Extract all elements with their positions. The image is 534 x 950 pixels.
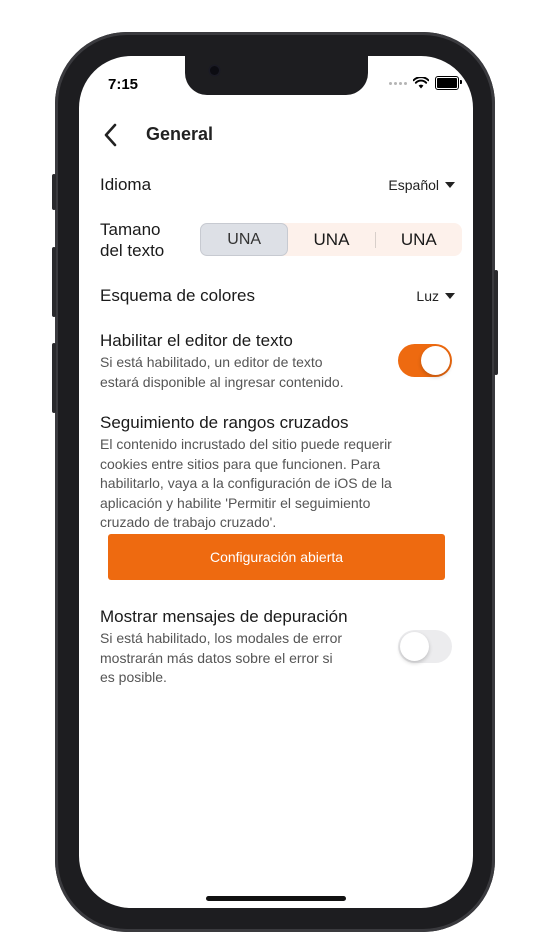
description-line: Si está habilitado, los modales de error: [100, 630, 343, 646]
text-size-option-large[interactable]: UNA: [376, 223, 462, 256]
debug-description: Si está habilitado, los modales de error…: [100, 629, 342, 688]
text-editor-title: Habilitar el editor de texto: [100, 331, 293, 350]
wifi-icon: [413, 77, 429, 89]
volume-up-button: [52, 247, 56, 317]
open-settings-button[interactable]: Configuración abierta: [108, 534, 445, 580]
description-line: es posible.: [100, 669, 167, 685]
nav-header: General: [79, 120, 473, 150]
caret-down-icon: [445, 182, 455, 188]
description-line: El contenido incrustado del sitio puede …: [100, 436, 392, 452]
language-value: Español: [388, 177, 439, 193]
screen: 7:15 General Idioma Español Tamano del t…: [79, 56, 473, 908]
debug-title: Mostrar mensajes de depuración: [100, 607, 348, 626]
color-scheme-dropdown[interactable]: Luz: [416, 288, 455, 304]
cross-tracking-title: Seguimiento de rangos cruzados: [100, 413, 349, 432]
description-line: habilitarlo, vaya a la configuración de …: [100, 475, 392, 491]
caret-down-icon: [445, 293, 455, 299]
text-size-label-line: del texto: [100, 241, 165, 260]
power-button: [494, 270, 498, 375]
text-editor-toggle[interactable]: [398, 344, 452, 377]
description-line: cookies entre sitios para que funcionen.…: [100, 455, 381, 472]
color-scheme-label: Esquema de colores: [100, 286, 255, 305]
toggle-knob: [400, 632, 429, 661]
status-icons: [389, 76, 462, 90]
color-scheme-value: Luz: [416, 288, 439, 304]
description-line: cruzado de trabajo cruzado'.: [100, 514, 277, 530]
language-dropdown[interactable]: Español: [388, 177, 455, 193]
cellular-signal-icon: [389, 81, 407, 85]
description-line: aplicación y habilite 'Permitir el segui…: [100, 494, 371, 511]
debug-toggle[interactable]: [398, 630, 452, 663]
home-indicator[interactable]: [206, 896, 346, 901]
chevron-left-icon: [104, 123, 117, 147]
volume-down-button: [52, 343, 56, 413]
text-size-label: Tamano del texto: [100, 219, 164, 261]
text-size-label-line: Tamano: [100, 220, 161, 239]
page-title: General: [146, 124, 214, 144]
text-editor-description: Si está habilitado, un editor de texto e…: [100, 353, 344, 392]
battery-icon: [435, 76, 462, 90]
description-line: mostrarán más datos sobre el error si: [100, 649, 333, 666]
status-time: 7:15: [108, 76, 139, 93]
language-label: Idioma: [100, 175, 152, 194]
text-size-segmented-control: UNA UNA UNA: [200, 223, 462, 256]
cross-tracking-description: El contenido incrustado del sitio puede …: [100, 435, 392, 533]
silent-switch: [52, 174, 56, 210]
description-line: Si está habilitado, un editor de texto: [100, 354, 323, 370]
notch: [185, 56, 368, 95]
description-line: estará disponible al ingresar contenido.: [100, 373, 344, 390]
text-size-option-medium[interactable]: UNA: [288, 223, 374, 256]
front-camera: [210, 66, 219, 75]
toggle-knob: [421, 346, 450, 375]
back-button[interactable]: [101, 122, 121, 148]
text-size-option-small[interactable]: UNA: [200, 223, 289, 256]
